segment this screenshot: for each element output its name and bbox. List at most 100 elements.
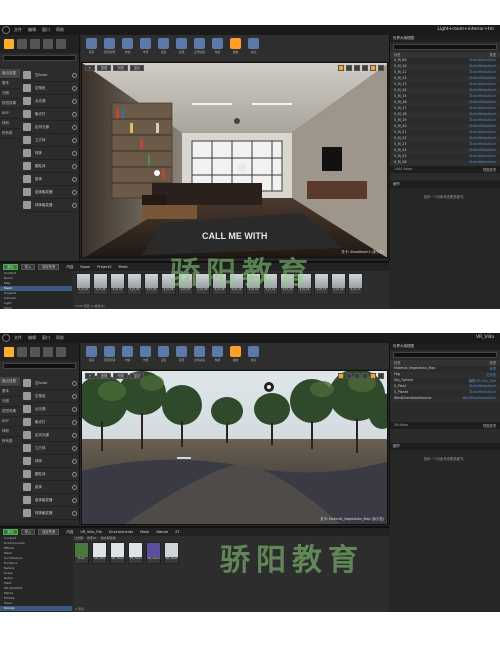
toolbar-button[interactable]: 启动 bbox=[246, 346, 261, 366]
folder-item[interactable]: Mesh bbox=[0, 306, 72, 309]
toolbar-button[interactable]: 内容 bbox=[120, 346, 135, 366]
asset-tile[interactable]: SM_Tree4 bbox=[146, 542, 161, 564]
placeable-item[interactable]: 立方体 bbox=[20, 134, 80, 147]
placeable-item[interactable]: 聚光灯 bbox=[20, 416, 80, 429]
toolbar-button[interactable]: 内容 bbox=[120, 38, 135, 58]
breadcrumb-2[interactable]: Project2 bbox=[97, 265, 111, 269]
place-mode-icon[interactable] bbox=[4, 39, 14, 49]
category-bsp[interactable]: BSP bbox=[0, 417, 20, 427]
grid-snap-icon[interactable] bbox=[370, 65, 376, 71]
rotate-icon[interactable] bbox=[346, 373, 352, 379]
level-viewport[interactable]: ▾ 透视 光照 显示 关卡: Material_Vegetation_Map (… bbox=[81, 370, 388, 525]
rotate-icon[interactable] bbox=[346, 65, 352, 71]
category-all[interactable]: 所有类 bbox=[0, 129, 20, 139]
toolbar-button[interactable]: 播放 bbox=[228, 38, 243, 58]
modes-search-input[interactable] bbox=[3, 363, 76, 369]
grid-snap-icon[interactable] bbox=[370, 373, 376, 379]
asset-tile[interactable]: S_M_15 bbox=[314, 273, 329, 295]
category-visual[interactable]: 视觉效果 bbox=[0, 407, 20, 417]
toolbar-button[interactable]: 过场动画 bbox=[192, 346, 207, 366]
menu-help[interactable]: 帮助 bbox=[56, 335, 64, 341]
toolbar-button[interactable]: 市场 bbox=[138, 346, 153, 366]
placeable-item[interactable]: 空Actor bbox=[20, 377, 80, 390]
maximize-icon[interactable] bbox=[378, 65, 384, 71]
placeable-item[interactable]: 球体触发器 bbox=[20, 507, 80, 520]
paint-mode-icon[interactable] bbox=[17, 347, 27, 357]
toolbar-button[interactable]: 构建 bbox=[210, 38, 225, 58]
placeable-item[interactable]: 点光源 bbox=[20, 403, 80, 416]
import-button[interactable]: 导入 bbox=[20, 264, 36, 270]
placeable-item[interactable]: 锥体 bbox=[20, 481, 80, 494]
toolbar-button[interactable]: 蓝图 bbox=[174, 346, 189, 366]
category-recent[interactable]: 最近放置 bbox=[0, 377, 20, 387]
geometry-mode-icon[interactable] bbox=[56, 347, 66, 357]
scale-icon[interactable] bbox=[354, 65, 360, 71]
toolbar-button[interactable]: 设置 bbox=[156, 38, 171, 58]
breadcrumb-1[interactable]: VR_Villa_File bbox=[80, 530, 102, 534]
asset-tile[interactable]: SM_Tree2 bbox=[110, 542, 125, 564]
outliner-search-input[interactable] bbox=[393, 352, 497, 358]
placeable-item[interactable]: 定向光源 bbox=[20, 121, 80, 134]
level-viewport[interactable]: CALL ME WITH ▾ 透视 光照 显示 关卡: ShowRoom1 (永… bbox=[81, 62, 388, 258]
placeable-item[interactable]: 空角色 bbox=[20, 390, 80, 403]
geometry-mode-icon[interactable] bbox=[56, 39, 66, 49]
placeable-item[interactable]: 盒体触发器 bbox=[20, 494, 80, 507]
folder-item[interactable]: Lib_Background bbox=[0, 611, 72, 612]
outliner-search-input[interactable] bbox=[393, 44, 497, 50]
paint-mode-icon[interactable] bbox=[17, 39, 27, 49]
foliage-mode-icon[interactable] bbox=[43, 347, 53, 357]
asset-tile[interactable]: S_M_16 bbox=[331, 273, 346, 295]
category-volumes[interactable]: 体积 bbox=[0, 427, 20, 437]
asset-tile[interactable]: SM_Tree bbox=[92, 542, 107, 564]
placeable-item[interactable]: 空角色 bbox=[20, 82, 80, 95]
asset-tile[interactable]: S_M_05 bbox=[144, 273, 159, 295]
placeable-item[interactable]: 球体触发器 bbox=[20, 199, 80, 212]
menu-help[interactable]: 帮助 bbox=[56, 27, 64, 33]
asset-tile[interactable]: S_M_02 bbox=[93, 273, 108, 295]
category-visual[interactable]: 视觉效果 bbox=[0, 99, 20, 109]
maximize-icon[interactable] bbox=[378, 373, 384, 379]
category-lights[interactable]: 光照 bbox=[0, 397, 20, 407]
static-mesh-filter[interactable]: 静态网格体 bbox=[101, 536, 116, 540]
place-mode-icon[interactable] bbox=[4, 347, 14, 357]
asset-tile[interactable]: S_M_03 bbox=[110, 273, 125, 295]
asset-tile[interactable]: SM_Tree3 bbox=[128, 542, 143, 564]
category-recent[interactable]: 最近放置 bbox=[0, 69, 20, 79]
category-lights[interactable]: 光照 bbox=[0, 89, 20, 99]
lit-button[interactable]: 光照 bbox=[113, 65, 128, 71]
landscape-mode-icon[interactable] bbox=[30, 347, 40, 357]
toolbar-button[interactable]: 构建 bbox=[210, 346, 225, 366]
breadcrumb-2[interactable]: Environments bbox=[109, 530, 133, 534]
placeable-item[interactable]: 点光源 bbox=[20, 95, 80, 108]
asset-tile[interactable]: Bush bbox=[74, 542, 89, 564]
menu-edit[interactable]: 编辑 bbox=[28, 27, 36, 33]
menu-edit[interactable]: 编辑 bbox=[28, 335, 36, 341]
menu-window[interactable]: 窗口 bbox=[42, 335, 50, 341]
show-button[interactable]: 显示 bbox=[129, 373, 145, 379]
breadcrumb-4[interactable]: Nature bbox=[156, 530, 168, 534]
breadcrumb-0[interactable]: 内容 bbox=[66, 265, 73, 270]
placeable-item[interactable]: 空Actor bbox=[20, 69, 80, 82]
add-new-button[interactable]: 添加 bbox=[3, 264, 18, 270]
viewport-menu-button[interactable]: ▾ bbox=[85, 65, 95, 71]
category-basic[interactable]: 基本 bbox=[0, 387, 20, 397]
view-options-button[interactable]: 视图选项 bbox=[483, 423, 496, 428]
placeable-item[interactable]: 立方体 bbox=[20, 442, 80, 455]
toolbar-button[interactable]: 过场动画 bbox=[192, 38, 207, 58]
toolbar-button[interactable]: 蓝图 bbox=[174, 38, 189, 58]
category-volumes[interactable]: 体积 bbox=[0, 119, 20, 129]
filters-button[interactable]: 过滤器 bbox=[74, 536, 83, 540]
breadcrumb-1[interactable]: Room bbox=[80, 265, 90, 269]
asset-tile[interactable]: S_M_17 bbox=[348, 273, 363, 295]
perspective-button[interactable]: 透视 bbox=[96, 373, 112, 379]
save-all-button[interactable]: 保存所有 bbox=[38, 529, 60, 535]
category-all[interactable]: 所有类 bbox=[0, 437, 20, 447]
add-new-button[interactable]: 添加 bbox=[3, 529, 18, 535]
world-local-icon[interactable] bbox=[362, 65, 368, 71]
breadcrumb-3[interactable]: Mesh bbox=[140, 530, 149, 534]
breadcrumb-0[interactable]: 内容 bbox=[66, 530, 73, 535]
placeable-item[interactable]: 定向光源 bbox=[20, 429, 80, 442]
search-assets-input[interactable]: 搜索ST bbox=[87, 536, 97, 540]
placeable-item[interactable]: 盒体触发器 bbox=[20, 186, 80, 199]
placeable-item[interactable]: 锥体 bbox=[20, 173, 80, 186]
